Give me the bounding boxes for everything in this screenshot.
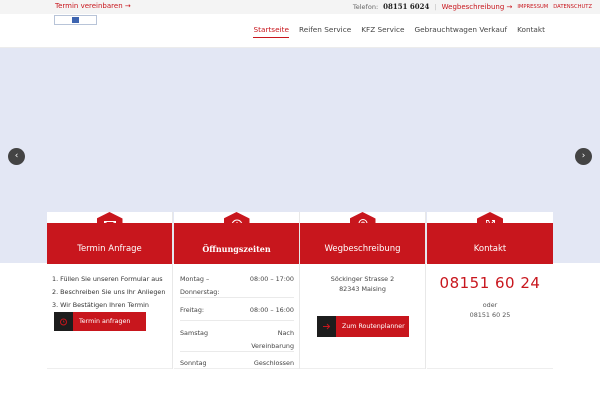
hours-day: Sonntag: [180, 359, 207, 367]
appointment-card-title: Termin Anfrage: [47, 223, 172, 264]
hours-day: Freitag:: [180, 306, 205, 314]
contact-phone-main[interactable]: 08151 60 24: [427, 274, 553, 292]
slider-next-button[interactable]: ›: [575, 148, 592, 165]
address: Söckinger Strasse 2 82343 Maising: [300, 274, 425, 294]
phone-label: Telefon:: [352, 2, 379, 11]
route-link[interactable]: Wegbeschreibung →: [442, 3, 513, 11]
route-planner-label: Zum Routenplanner: [342, 323, 405, 330]
main-nav: Startseite Reifen Service KFZ Service Ge…: [253, 25, 545, 38]
contact-card-title: Kontakt: [427, 223, 553, 264]
table-row: Samstag Nach Vereinbarung: [180, 324, 294, 352]
privacy-link[interactable]: DATENSCHUTZ: [553, 4, 592, 10]
table-row: Sonntag Geschlossen: [180, 354, 294, 372]
info-cards: Termin Anfrage 1. Füllen Sie unseren For…: [47, 212, 553, 369]
contact-or-label: oder: [482, 301, 498, 309]
appointment-card-body: 1. Füllen Sie unseren Formular aus 2. Be…: [47, 264, 172, 369]
route-card-title: Wegbeschreibung: [300, 223, 425, 264]
page: Termin vereinbaren → Telefon: 08151 6024…: [0, 0, 600, 400]
hours-time: Geschlossen: [253, 359, 294, 367]
slider-prev-button[interactable]: ‹: [8, 148, 25, 165]
appointment-link[interactable]: Termin vereinbaren →: [55, 2, 131, 10]
nav-item-kfz-service[interactable]: KFZ Service: [361, 25, 404, 38]
route-planner-button[interactable]: Zum Routenplanner: [317, 316, 409, 337]
nav-item-kontakt[interactable]: Kontakt: [517, 25, 545, 38]
hours-time: 08:00 – 16:00: [249, 306, 294, 314]
top-bar-separator: |: [434, 2, 437, 11]
address-street: Söckinger Strasse 2: [330, 275, 395, 283]
contact-phone-alt-number[interactable]: 08151 60 25: [427, 310, 553, 320]
chevron-left-icon: ‹: [14, 151, 19, 161]
contact-card: Kontakt 08151 60 24 oder 08151 60 25: [427, 212, 553, 369]
site-header: Startseite Reifen Service KFZ Service Ge…: [0, 14, 600, 48]
top-bar: Termin vereinbaren → Telefon: 08151 6024…: [0, 0, 600, 14]
route-card-body: Söckinger Strasse 2 82343 Maising Zum Ro…: [300, 264, 425, 369]
appointment-steps: 1. Füllen Sie unseren Formular aus 2. Be…: [52, 273, 165, 312]
nav-item-reifen-service[interactable]: Reifen Service: [299, 25, 351, 38]
contact-info: 08151 60 24 oder 08151 60 25: [427, 274, 553, 320]
table-row: Freitag: 08:00 – 16:00: [180, 301, 294, 321]
list-item: 2. Beschreiben Sie uns Ihr Anliegen: [52, 288, 166, 296]
hours-time: 08:00 – 17:00: [249, 275, 294, 283]
list-item: 1. Füllen Sie unseren Formular aus: [52, 275, 163, 283]
chevron-right-icon: ›: [581, 151, 586, 161]
request-appointment-label: Termin anfragen: [79, 318, 131, 325]
hours-day: Samstag: [180, 329, 209, 337]
list-item: 3. Wir Bestätigen Ihren Termin: [52, 301, 149, 309]
hours-card-body: Montag – Donnerstag: 08:00 – 17:00 Freit…: [174, 264, 299, 369]
nav-item-gebrauchtwagen[interactable]: Gebrauchtwagen Verkauf: [415, 25, 508, 38]
nav-item-startseite[interactable]: Startseite: [253, 25, 289, 38]
imprint-link[interactable]: IMPRESSUM: [517, 4, 548, 10]
top-bar-right: Telefon: 08151 6024 | Wegbeschreibung → …: [353, 2, 592, 11]
table-row: Montag – Donnerstag: 08:00 – 17:00: [180, 270, 294, 298]
address-city: 82343 Maising: [339, 285, 386, 293]
hours-time: Nach Vereinbarung: [251, 329, 294, 350]
logo-mark: [72, 17, 79, 23]
contact-phone-alt: oder 08151 60 25: [427, 300, 553, 320]
hours-card: Öffnungszeiten Montag – Donnerstag: 08:0…: [174, 212, 300, 369]
hours-day: Montag – Donnerstag:: [180, 275, 220, 296]
alarm-clock-icon: [54, 312, 73, 331]
appointment-card: Termin Anfrage 1. Füllen Sie unseren For…: [47, 212, 173, 369]
site-logo[interactable]: [54, 15, 97, 25]
hours-card-title: Öffnungszeiten: [174, 223, 299, 264]
contact-card-body: 08151 60 24 oder 08151 60 25: [427, 264, 553, 369]
top-phone-number[interactable]: 08151 6024: [383, 2, 429, 11]
request-appointment-button[interactable]: Termin anfragen: [54, 312, 146, 331]
arrow-right-icon: [317, 316, 336, 337]
route-card: Wegbeschreibung Söckinger Strasse 2 8234…: [300, 212, 426, 369]
